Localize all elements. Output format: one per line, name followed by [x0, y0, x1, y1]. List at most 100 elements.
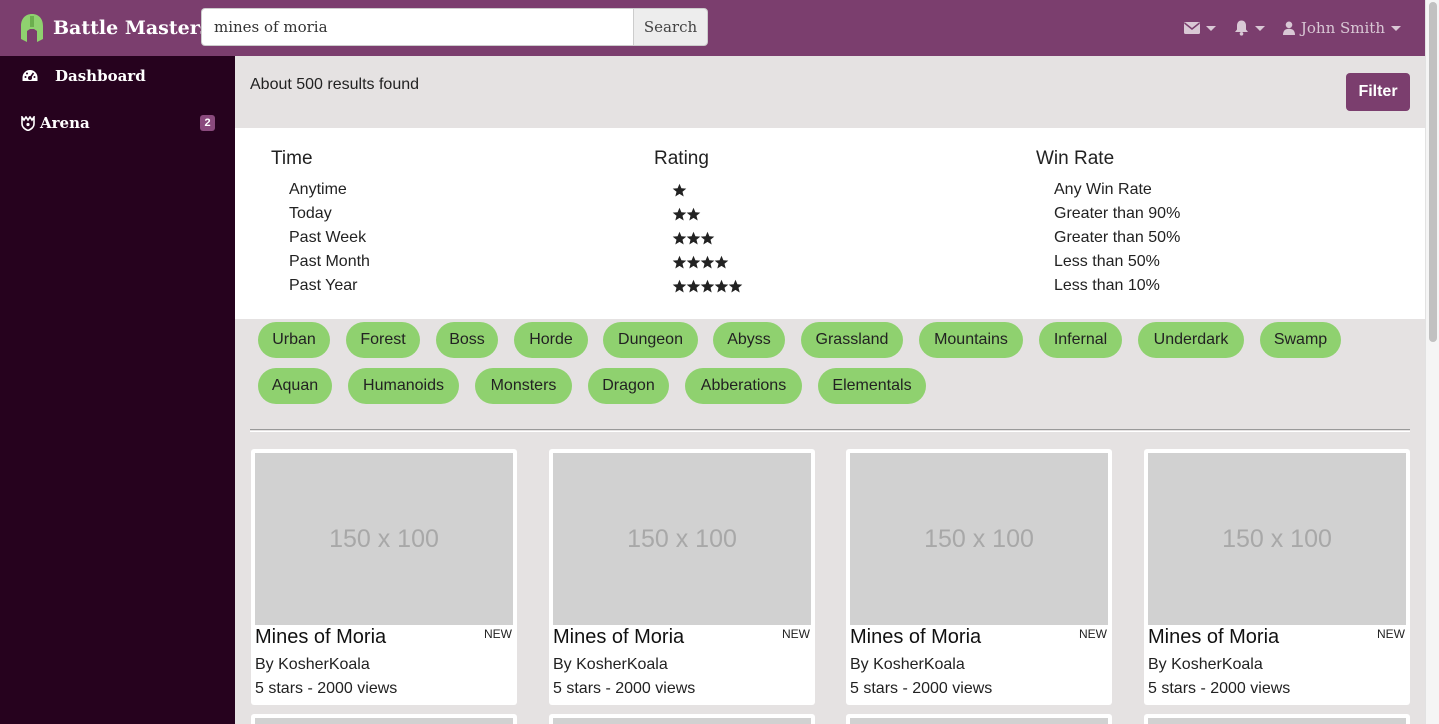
- rating-option[interactable]: [672, 226, 742, 250]
- helmet-logo-icon: [21, 14, 43, 42]
- card-author: By KosherKoala: [553, 656, 668, 673]
- card-stats: 5 stars - 2000 views: [553, 680, 696, 697]
- win-rate-option[interactable]: Greater than 90%: [1054, 202, 1180, 226]
- tag-pill[interactable]: Monsters: [475, 368, 572, 404]
- rating-option[interactable]: [672, 274, 743, 298]
- map-card[interactable]: 150 x 100 Mines of Moria NEW By KosherKo…: [846, 449, 1112, 705]
- map-card[interactable]: 150 x 100 Mines of Moria NEW By KosherKo…: [549, 449, 815, 705]
- card-thumbnail: 150 x 100: [850, 453, 1108, 625]
- tag-pill[interactable]: Infernal: [1039, 322, 1122, 358]
- win-rate-option[interactable]: Less than 50%: [1054, 250, 1180, 274]
- card-thumbnail: [850, 718, 1108, 724]
- star-icon: [714, 279, 729, 292]
- scrollbar-thumb[interactable]: [1429, 2, 1437, 342]
- star-icon: [700, 231, 715, 244]
- new-badge: NEW: [1079, 627, 1107, 641]
- star-icon: [672, 183, 687, 196]
- tag-pill[interactable]: Grassland: [801, 322, 903, 358]
- sidebar-item-arena[interactable]: Arena 2: [0, 103, 235, 143]
- card-title: Mines of Moria: [553, 626, 685, 648]
- tag-pill[interactable]: Urban: [258, 322, 330, 358]
- top-navbar: Battle Masters Search John Smith: [0, 0, 1425, 56]
- messages-dropdown[interactable]: [1183, 22, 1216, 34]
- tag-pill[interactable]: Mountains: [919, 322, 1023, 358]
- arena-icon: [21, 115, 35, 131]
- page-scrollbar[interactable]: [1425, 0, 1439, 724]
- search-button[interactable]: Search: [633, 8, 708, 46]
- card-thumbnail: [1148, 718, 1406, 724]
- card-author: By KosherKoala: [850, 656, 965, 673]
- tag-pill[interactable]: Horde: [514, 322, 588, 358]
- star-icon: [672, 255, 687, 268]
- star-icon: [728, 279, 743, 292]
- star-icon: [714, 255, 729, 268]
- time-option[interactable]: Today: [289, 202, 370, 226]
- filter-button[interactable]: Filter: [1346, 73, 1410, 111]
- navbar-right: John Smith: [1183, 0, 1401, 56]
- envelope-icon: [1183, 22, 1200, 34]
- card-stats: 5 stars - 2000 views: [255, 680, 398, 697]
- star-icon: [672, 279, 687, 292]
- card-author: By KosherKoala: [255, 656, 370, 673]
- results-count: About 500 results found: [250, 76, 420, 93]
- chevron-down-icon: [1205, 25, 1216, 31]
- star-icon: [672, 207, 687, 220]
- rating-filter: Rating: [654, 148, 743, 298]
- tag-pill[interactable]: Humanoids: [348, 368, 459, 404]
- search-form: Search: [201, 8, 708, 46]
- rating-filter-title: Rating: [654, 148, 709, 169]
- card-thumbnail: [553, 718, 811, 724]
- map-card[interactable]: [846, 714, 1112, 724]
- bell-icon: [1234, 20, 1248, 36]
- sidebar-item-label: Dashboard: [55, 67, 146, 85]
- tag-pill[interactable]: Abyss: [713, 322, 785, 358]
- brand-name: Battle Masters: [53, 17, 211, 39]
- rating-option[interactable]: [672, 178, 742, 202]
- time-filter-title: Time: [271, 148, 313, 169]
- win-rate-option[interactable]: Less than 10%: [1054, 274, 1180, 298]
- tag-pill[interactable]: Swamp: [1260, 322, 1341, 358]
- star-icon: [686, 207, 701, 220]
- tag-pill[interactable]: Abberations: [685, 368, 802, 404]
- card-thumbnail: 150 x 100: [255, 453, 513, 625]
- filter-panel: Time Anytime Today Past Week Past Month …: [235, 128, 1425, 319]
- rating-option[interactable]: [672, 250, 742, 274]
- card-title: Mines of Moria: [255, 626, 387, 648]
- tag-pill[interactable]: Elementals: [818, 368, 926, 404]
- map-card[interactable]: 150 x 100 Mines of Moria NEW By KosherKo…: [1144, 449, 1410, 705]
- brand[interactable]: Battle Masters: [20, 13, 210, 43]
- tag-pill[interactable]: Dragon: [588, 368, 669, 404]
- rating-option[interactable]: [672, 202, 742, 226]
- chevron-down-icon: [1391, 25, 1401, 31]
- card-thumbnail: 150 x 100: [553, 453, 811, 625]
- time-option[interactable]: Past Week: [289, 226, 370, 250]
- card-author: By KosherKoala: [1148, 656, 1263, 673]
- card-thumbnail: 150 x 100: [1148, 453, 1406, 625]
- time-option[interactable]: Anytime: [289, 178, 370, 202]
- arena-count-badge: 2: [200, 115, 215, 131]
- card-thumbnail: [255, 718, 513, 724]
- tag-pill[interactable]: Aquan: [258, 368, 332, 404]
- sidebar: Dashboard Arena 2: [0, 56, 235, 724]
- sidebar-item-dashboard[interactable]: Dashboard: [0, 56, 235, 96]
- win-rate-option[interactable]: Any Win Rate: [1054, 178, 1180, 202]
- map-card[interactable]: [251, 714, 517, 724]
- search-input[interactable]: [201, 8, 633, 46]
- time-option[interactable]: Past Month: [289, 250, 370, 274]
- tag-pill[interactable]: Forest: [346, 322, 420, 358]
- tag-pill[interactable]: Boss: [436, 322, 498, 358]
- win-rate-filter-title: Win Rate: [1036, 148, 1115, 169]
- user-dropdown[interactable]: John Smith: [1282, 19, 1401, 37]
- map-card[interactable]: [1144, 714, 1410, 724]
- notifications-dropdown[interactable]: [1234, 20, 1265, 36]
- map-card[interactable]: [549, 714, 815, 724]
- tag-pill[interactable]: Underdark: [1138, 322, 1244, 358]
- star-icon: [700, 279, 715, 292]
- win-rate-option[interactable]: Greater than 50%: [1054, 226, 1180, 250]
- dashboard-icon: [22, 70, 38, 81]
- tag-pill[interactable]: Dungeon: [603, 322, 698, 358]
- star-icon: [686, 255, 701, 268]
- time-option[interactable]: Past Year: [289, 274, 370, 298]
- map-card[interactable]: 150 x 100 Mines of Moria NEW By KosherKo…: [251, 449, 517, 705]
- chevron-down-icon: [1254, 25, 1265, 31]
